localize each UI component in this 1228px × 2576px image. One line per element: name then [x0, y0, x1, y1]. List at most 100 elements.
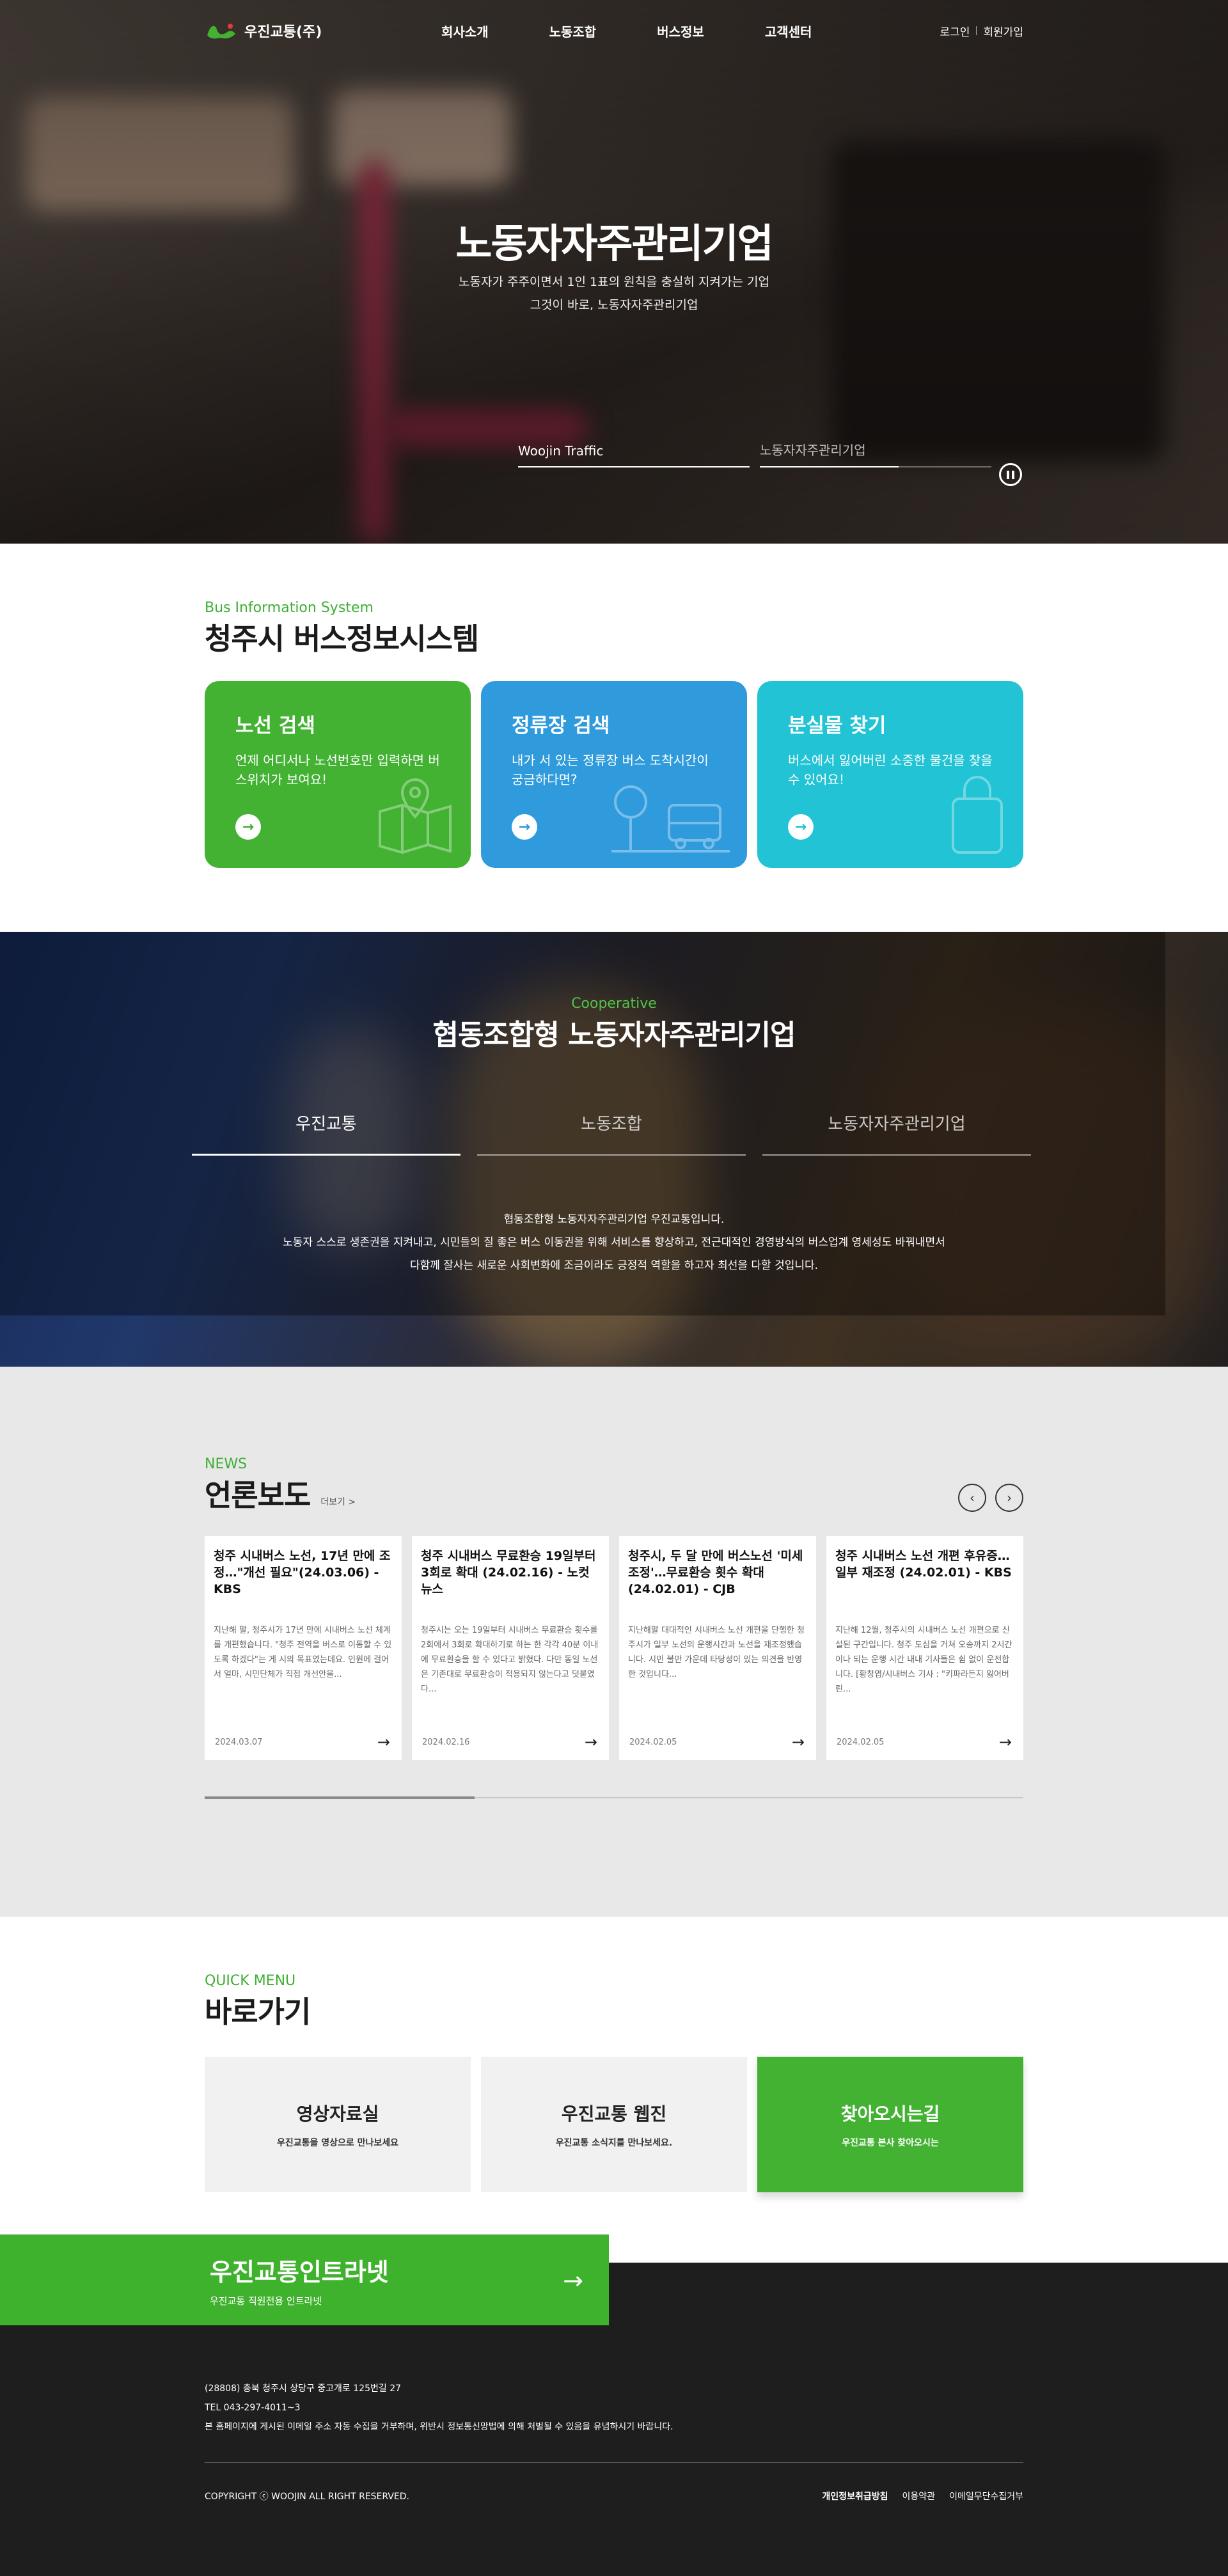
footer-links: 개인정보취급방침 이용약관 이메일무단수집거부	[823, 2490, 1024, 2502]
hero-line-2: 그것이 바로, 노동자자주관리기업	[530, 298, 698, 312]
hero-line-1: 노동자가 주주이면서 1인 1표의 원칙을 충실히 지켜가는 기업	[459, 275, 769, 289]
news-nav: ‹ ›	[958, 1484, 1023, 1512]
hero-section: 우진교통(주) 회사소개 노동조합 버스정보 고객센터 로그인 회원가입 노동자…	[0, 0, 1228, 544]
nav-item-bus-info[interactable]: 버스정보	[657, 22, 704, 40]
coop-tab-self-managed[interactable]: 노동자자주관리기업	[762, 1111, 1031, 1156]
news-eyebrow: NEWS	[205, 1456, 248, 1472]
prev-arrow-icon[interactable]: ‹	[958, 1484, 986, 1512]
email-refusal-link[interactable]: 이메일무단수집거부	[949, 2490, 1023, 2502]
next-arrow-icon[interactable]: ›	[995, 1484, 1023, 1512]
news-card-date: 2024.02.05	[629, 1738, 677, 1747]
arrow-right-icon[interactable]: →	[788, 814, 814, 840]
lost-found-card[interactable]: 분실물 찾기 버스에서 잃어버린 소중한 물건을 찾을 수 있어요! →	[757, 681, 1023, 868]
news-card-body: 지난해 12월, 청주시의 시내버스 노선 개편으로 신설된 구간입니다. 청주…	[835, 1626, 1012, 1694]
logo[interactable]: 우진교통(주)	[205, 20, 441, 41]
bis-section: Bus Information System 청주시 버스정보시스템 노선 검색…	[0, 544, 1228, 932]
hero-text: 노동자자주관리기업 노동자가 주주이면서 1인 1표의 원칙을 충실히 지켜가는…	[0, 211, 1228, 315]
arrow-right-icon[interactable]: →	[792, 1733, 805, 1751]
hero-tab-label: 노동자자주관리기업	[760, 443, 866, 458]
arrow-right-icon[interactable]: →	[999, 1733, 1012, 1751]
coop-desc-line: 협동조합형 노동자자주관리기업 우진교통입니다.	[503, 1213, 725, 1226]
main-nav: 회사소개 노동조합 버스정보 고객센터	[441, 22, 940, 40]
coop-desc-line: 노동자 스스로 생존권을 지켜내고, 시민들의 질 좋은 버스 이동권을 위해 …	[283, 1236, 945, 1249]
bis-cards: 노선 검색 언제 어디서나 노선번호만 입력하면 버스위치가 보여요! → 정류…	[205, 681, 1023, 868]
news-card[interactable]: 청주 시내버스 노선, 17년 만에 조정…"개선 필요"(24.03.06) …	[205, 1536, 402, 1760]
arrow-right-icon[interactable]: →	[235, 814, 261, 840]
bis-title: 청주시 버스정보시스템	[205, 622, 479, 656]
coop-tab-woojin[interactable]: 우진교통	[192, 1111, 460, 1156]
quick-card-desc: 우진교통을 영상으로 만나보세요	[276, 2138, 399, 2148]
nav-item-customer[interactable]: 고객센터	[765, 22, 812, 40]
news-section: NEWS 언론보도 더보기 > ‹ › 청주 시내버스 노선, 17년 만에 조…	[0, 1367, 1228, 1917]
stop-search-card[interactable]: 정류장 검색 내가 서 있는 정류장 버스 도착시간이 궁금하다면? →	[481, 681, 747, 868]
news-card-title: 청주 시내버스 노선, 17년 만에 조정…"개선 필요"(24.03.06) …	[214, 1549, 391, 1596]
arrow-right-icon[interactable]: →	[512, 814, 537, 840]
quick-video-card[interactable]: 영상자료실 우진교통을 영상으로 만나보세요	[205, 2057, 471, 2192]
intranet-title: 우진교통인트라넷	[210, 2258, 389, 2286]
map-pin-icon	[379, 778, 452, 854]
pause-icon	[1007, 470, 1009, 479]
arrow-right-icon[interactable]: →	[563, 2266, 583, 2295]
util-divider	[976, 26, 977, 35]
news-list: 청주 시내버스 노선, 17년 만에 조정…"개선 필요"(24.03.06) …	[205, 1536, 1023, 1760]
news-card[interactable]: 청주 시내버스 무료환승 19일부터 3회로 확대 (24.02.16) - 노…	[412, 1536, 609, 1760]
login-link[interactable]: 로그인	[940, 23, 970, 39]
hero-tab-2[interactable]: 노동자자주관리기업	[760, 440, 991, 467]
util-menu: 로그인 회원가입	[940, 23, 1023, 39]
site-header: 우진교통(주) 회사소개 노동조합 버스정보 고객센터 로그인 회원가입	[0, 0, 1228, 61]
card-title: 노선 검색	[235, 714, 315, 737]
nav-item-company[interactable]: 회사소개	[441, 22, 489, 40]
footer-tel: TEL 043-297-4011~3	[205, 2403, 301, 2413]
route-search-card[interactable]: 노선 검색 언제 어디서나 노선번호만 입력하면 버스위치가 보여요! →	[205, 681, 471, 868]
coop-desc-line: 다함께 잘사는 새로운 사회변화에 조금이라도 긍정적 역할을 하고자 최선을 …	[409, 1259, 819, 1272]
footer-wrap: 우진교통인트라넷 우진교통 직원전용 인트라넷 → (28808) 충북 청주시…	[0, 2234, 1228, 2576]
footer-addr-line: (28808) 충북 청주시 상당구 중고개로 125번길 27	[205, 2384, 402, 2394]
pause-button[interactable]	[999, 463, 1022, 486]
terms-link[interactable]: 이용약관	[902, 2490, 936, 2502]
footer-bottom: COPYRIGHT ⓒ WOOJIN ALL RIGHT RESERVED. 개…	[205, 2462, 1023, 2502]
news-card[interactable]: 청주 시내버스 노선 개편 후유증…일부 재조정 (24.02.01) - KB…	[826, 1536, 1023, 1760]
quick-webzine-card[interactable]: 우진교통 웹진 우진교통 소식지를 만나보세요.	[481, 2057, 747, 2192]
news-more-link[interactable]: 더보기 >	[320, 1495, 356, 1508]
nav-item-union[interactable]: 노동조합	[549, 22, 597, 40]
quick-menu-section: QUICK MENU 바로가기 영상자료실 우진교통을 영상으로 만나보세요 우…	[0, 1917, 1228, 2263]
news-card-date: 2024.03.07	[215, 1738, 263, 1747]
quick-eyebrow: QUICK MENU	[205, 1973, 296, 1989]
intranet-desc: 우진교통 직원전용 인트라넷	[210, 2295, 322, 2307]
news-card[interactable]: 청주시, 두 달 만에 버스노선 '미세조정'…무료환승 횟수 확대 (24.0…	[619, 1536, 816, 1760]
copyright: COPYRIGHT ⓒ WOOJIN ALL RIGHT RESERVED.	[205, 2492, 410, 2502]
news-scrollbar[interactable]	[205, 1796, 1023, 1799]
coop-heading: Cooperative 협동조합형 노동자자주관리기업	[0, 996, 1228, 1053]
bus-stop-icon	[611, 785, 730, 852]
quick-card-desc: 우진교통 소식지를 만나보세요.	[555, 2138, 673, 2148]
hero-title: 노동자자주관리기업	[455, 220, 773, 267]
news-card-body: 청주시는 오는 19일부터 시내버스 무료환승 횟수를 2회에서 3회로 확대하…	[421, 1626, 599, 1694]
news-card-date: 2024.02.16	[422, 1738, 470, 1747]
coop-title: 협동조합형 노동자자주관리기업	[432, 1019, 796, 1051]
hero-tab-label: Woojin Traffic	[518, 443, 604, 459]
hero-slide-tabs: Woojin Traffic 노동자자주관리기업	[518, 440, 991, 467]
intranet-banner[interactable]: 우진교통인트라넷 우진교통 직원전용 인트라넷 →	[0, 2234, 609, 2325]
coop-tab-union[interactable]: 노동조합	[477, 1111, 746, 1156]
news-title-group: 언론보도 더보기 >	[205, 1472, 356, 1514]
coop-description: 협동조합형 노동자자주관리기업 우진교통입니다. 노동자 스스로 생존권을 지켜…	[0, 1208, 1228, 1277]
news-header: 언론보도 더보기 > ‹ ›	[205, 1472, 1023, 1514]
hero-tab-1[interactable]: Woojin Traffic	[518, 443, 750, 467]
cooperative-section: Cooperative 협동조합형 노동자자주관리기업 우진교통 노동조합 노동…	[0, 932, 1228, 1367]
join-link[interactable]: 회원가입	[983, 23, 1023, 39]
logo-text: 우진교통(주)	[244, 24, 322, 40]
quick-card-desc: 우진교통 본사 찾아오시는	[842, 2138, 939, 2148]
arrow-right-icon[interactable]: →	[585, 1733, 597, 1751]
footer-notice: 본 홈페이지에 게시된 이메일 주소 자동 수집을 거부하며, 위반시 정보통신…	[205, 2422, 673, 2432]
hero-tab-progress	[518, 466, 750, 467]
bag-icon	[952, 776, 1003, 854]
arrow-right-icon[interactable]: →	[377, 1733, 390, 1751]
coop-tabs: 우진교통 노동조합 노동자자주관리기업	[192, 1111, 1031, 1156]
bis-eyebrow: Bus Information System	[205, 600, 374, 616]
hero-tab-progress	[760, 466, 899, 467]
quick-directions-card[interactable]: 찾아오시는길 우진교통 본사 찾아오시는	[757, 2057, 1023, 2192]
privacy-link[interactable]: 개인정보취급방침	[823, 2490, 888, 2502]
quick-card-title: 찾아오시는길	[840, 2103, 940, 2124]
news-scrollbar-thumb[interactable]	[205, 1796, 475, 1799]
coop-eyebrow: Cooperative	[571, 996, 657, 1012]
